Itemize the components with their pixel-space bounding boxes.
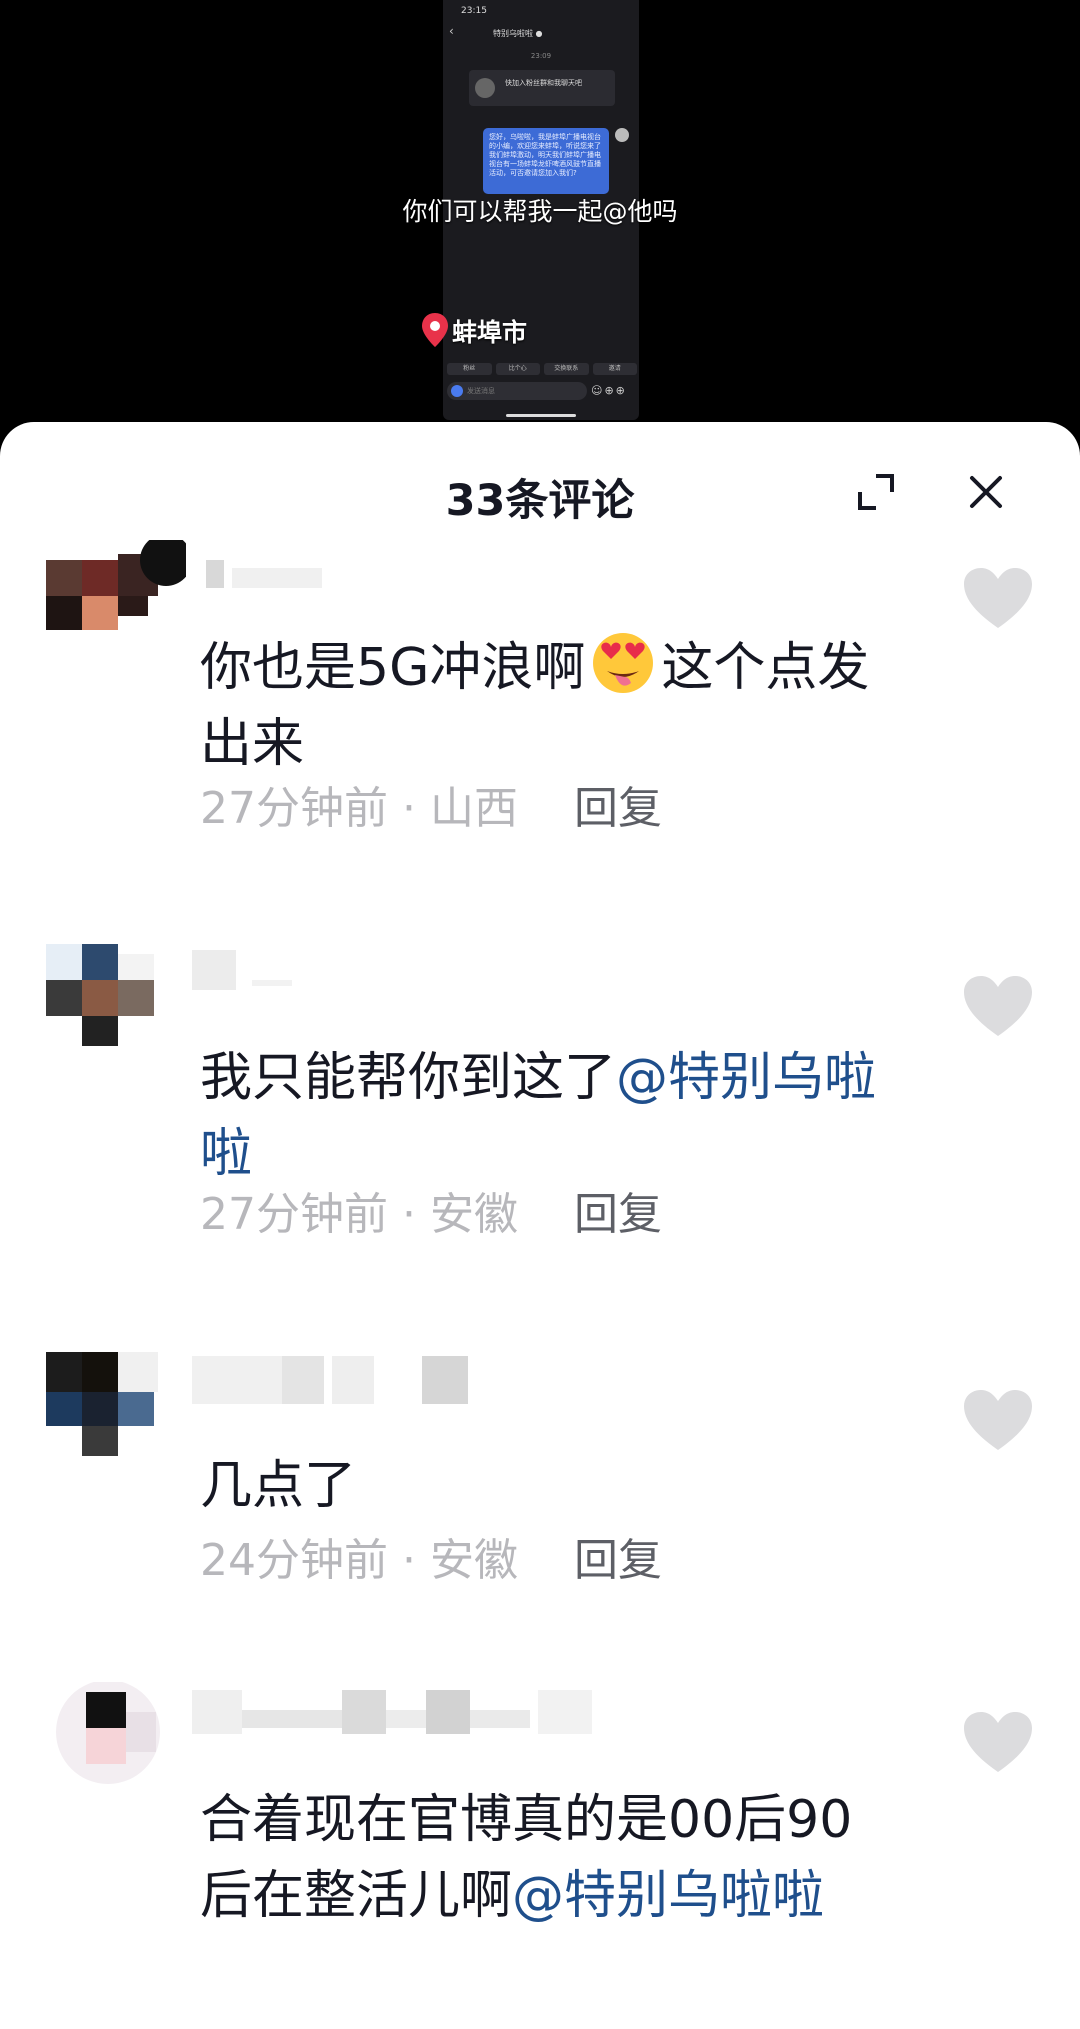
phone-chat-date: 23:09 <box>530 52 552 60</box>
comment-count-title: 33条评论 <box>445 476 635 526</box>
username-blurred[interactable] <box>192 1356 472 1404</box>
phone-message-input: 发送消息 <box>447 382 587 400</box>
comment-text: 几点了 <box>200 1448 920 1524</box>
username-blurred[interactable] <box>192 560 332 590</box>
meta-separator: · <box>388 1189 430 1240</box>
location-name: 蚌埠市 <box>452 318 528 347</box>
comment-meta: 24分钟前 · 安徽 回复 <box>200 1524 662 1588</box>
comment-item[interactable]: 你也是5G冲浪啊 这个点发出来 27分钟前 · 山西 回复 <box>0 540 1080 840</box>
phone-sender-avatar <box>615 128 629 142</box>
location-pin-icon <box>422 313 448 347</box>
avatar[interactable] <box>46 1682 186 1792</box>
close-icon[interactable] <box>962 468 1010 516</box>
comment-region: 山西 <box>429 783 518 834</box>
phone-camera-icon <box>451 385 463 397</box>
phone-fan-group-card: 快加入粉丝群和我聊天吧 <box>469 70 615 106</box>
comment-time: 27分钟前 <box>200 783 388 834</box>
phone-chip: 粉丝 <box>447 363 492 375</box>
comment-text: 合着现在官博真的是00后90后在整活儿啊@特别乌啦啦 <box>200 1782 900 1934</box>
phone-message-text: 您好，乌啦啦，我是蚌埠广播电视台的小编，欢迎您来蚌埠，听说您来了我们蚌埠激动，明… <box>489 133 601 177</box>
phone-chip: 比个心 <box>495 363 540 375</box>
phone-card-text: 快加入粉丝群和我聊天吧 <box>505 79 582 87</box>
comment-text-part: 你也是5G冲浪啊 <box>200 638 586 698</box>
avatar[interactable] <box>46 540 186 650</box>
like-heart-icon[interactable] <box>962 1710 1034 1776</box>
phone-quick-chips: 粉丝 比个心 交换联系 邀请 <box>447 363 637 375</box>
video-player[interactable]: 23:15 ‹ 特别乌啦啦 ● 23:09 快加入粉丝群和我聊天吧 您好，乌啦啦… <box>0 0 1080 440</box>
meta-separator: · <box>388 1535 430 1586</box>
reply-button[interactable]: 回复 <box>574 1535 662 1586</box>
reply-button[interactable]: 回复 <box>574 1189 662 1240</box>
comment-region: 安徽 <box>429 1189 518 1240</box>
comment-time: 27分钟前 <box>200 1189 388 1240</box>
meta-separator: · <box>388 783 430 834</box>
phone-message-bubble: 您好，乌啦啦，我是蚌埠广播电视台的小编，欢迎您来蚌埠，听说您来了我们蚌埠激动，明… <box>483 128 609 194</box>
comment-item[interactable]: 我只能帮你到这了@特别乌啦啦 27分钟前 · 安徽 回复 <box>0 944 1080 1244</box>
comment-text-part: 几点了 <box>200 1456 357 1516</box>
heart-eyes-tongue-emoji-icon <box>593 633 654 693</box>
phone-toolbar-icons: ☺⊕⊕ <box>591 384 627 397</box>
comment-time: 24分钟前 <box>200 1535 388 1586</box>
comment-text: 你也是5G冲浪啊 这个点发出来 <box>200 630 920 782</box>
expand-icon[interactable] <box>852 468 900 516</box>
avatar[interactable] <box>46 1352 186 1462</box>
comment-item[interactable]: 几点了 24分钟前 · 安徽 回复 <box>0 1352 1080 1592</box>
comment-sheet: 33条评论 你也是5G冲浪啊 这个点发出来 27分钟前 · 山西 回复 我只能帮… <box>0 422 1080 2029</box>
phone-input-placeholder: 发送消息 <box>467 387 495 395</box>
phone-back-icon: ‹ <box>449 24 454 38</box>
comment-item[interactable]: 合着现在官博真的是00后90后在整活儿啊@特别乌啦啦 <box>0 1682 1080 2029</box>
username-blurred[interactable] <box>192 1690 652 1734</box>
username-blurred[interactable] <box>192 950 312 990</box>
phone-chat-title: 特别乌啦啦 ● <box>493 29 543 38</box>
comment-meta: 27分钟前 · 山西 回复 <box>200 772 662 836</box>
phone-chip: 邀请 <box>592 363 637 375</box>
reply-button[interactable]: 回复 <box>574 783 662 834</box>
mention-link[interactable]: @特别乌啦啦 <box>512 1866 824 1926</box>
phone-home-indicator <box>506 414 576 417</box>
like-heart-icon[interactable] <box>962 974 1034 1040</box>
comment-region: 安徽 <box>429 1535 518 1586</box>
video-caption: 你们可以帮我一起@他吗 <box>402 197 678 226</box>
like-heart-icon[interactable] <box>962 1388 1034 1454</box>
phone-status-time: 23:15 <box>461 6 487 16</box>
like-heart-icon[interactable] <box>962 566 1034 632</box>
phone-chip: 交换联系 <box>544 363 589 375</box>
comment-text-part: 我只能帮你到这了 <box>200 1048 617 1108</box>
location-tag[interactable]: 蚌埠市 <box>420 312 527 350</box>
avatar[interactable] <box>46 944 186 1054</box>
comment-meta: 27分钟前 · 安徽 回复 <box>200 1178 662 1242</box>
phone-card-avatar <box>475 78 495 98</box>
comment-text: 我只能帮你到这了@特别乌啦啦 <box>200 1040 920 1192</box>
